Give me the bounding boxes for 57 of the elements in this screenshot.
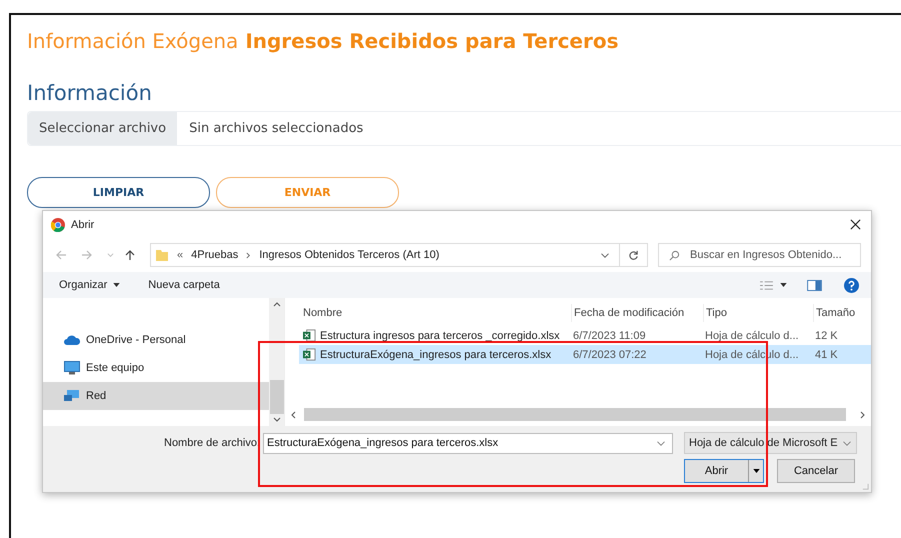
spreadsheet-icon	[303, 329, 316, 342]
nav-item[interactable]: OneDrive - Personal	[43, 326, 269, 354]
scroll-up-icon[interactable]	[272, 302, 280, 307]
caret-icon	[113, 283, 120, 287]
refresh-button[interactable]	[620, 243, 648, 267]
nav-item[interactable]: Red	[43, 382, 269, 410]
monitor-icon	[64, 361, 80, 375]
file-row[interactable]: Estructura ingresos para terceros _corregido.xlsx 6/7/2023 11:09 Hoja de cálculo d... 12 K	[299, 326, 871, 345]
view-list-icon[interactable]	[759, 280, 774, 290]
dialog-title: Abrir	[71, 218, 94, 230]
caret-icon	[752, 469, 760, 473]
search-box[interactable]: Buscar en Ingresos Obtenido...	[658, 243, 861, 267]
help-icon[interactable]	[844, 278, 859, 292]
clear-button[interactable]: LIMPIAR	[27, 177, 210, 208]
preview-pane-icon[interactable]	[807, 280, 822, 290]
breadcrumb-overflow[interactable]: «	[177, 249, 184, 261]
scroll-down-icon[interactable]	[272, 417, 280, 422]
spreadsheet-icon	[303, 348, 316, 361]
file-type-dropdown[interactable]: Hoja de cálculo de Microsoft E	[684, 432, 857, 454]
column-header[interactable]: Nombre	[301, 304, 571, 322]
resize-grip-icon[interactable]	[862, 483, 869, 490]
browser-logo-icon	[51, 218, 65, 232]
breadcrumb-item[interactable]: 4Pruebas	[191, 249, 238, 261]
page-title: Información Exógena	[27, 29, 238, 53]
organize-menu[interactable]: Organizar	[59, 279, 108, 291]
new-folder-button[interactable]: Nueva carpeta	[148, 279, 220, 291]
up-arrow-icon[interactable]	[124, 249, 136, 261]
caret-icon[interactable]	[780, 283, 787, 287]
column-header[interactable]: Tamaño	[813, 304, 853, 322]
scroll-right-icon[interactable]	[860, 410, 865, 418]
filename-combobox[interactable]: EstructuraExógena_ingresos para terceros.xlsx	[263, 432, 673, 454]
address-bar[interactable]: « 4Pruebas Ingresos Obtenidos Terceros (Art 10)	[150, 243, 620, 267]
search-icon	[669, 250, 680, 260]
page-subtitle: Ingresos Recibidos para Terceros	[245, 29, 618, 53]
scroll-left-icon[interactable]	[291, 410, 296, 418]
breadcrumb-item[interactable]: Ingresos Obtenidos Terceros (Art 10)	[259, 249, 440, 261]
section-title: Información	[27, 81, 153, 105]
vertical-scrollbar[interactable]	[269, 298, 284, 426]
column-header[interactable]: Tipo	[703, 304, 813, 322]
close-icon[interactable]	[850, 219, 861, 230]
chevron-down-icon[interactable]	[600, 252, 610, 258]
filename-field[interactable]: EstructuraExógena_ingresos para terceros.xlsx	[267, 437, 656, 449]
chevron-down-icon	[842, 440, 852, 446]
open-button[interactable]: Abrir	[685, 460, 749, 482]
cloud-icon	[64, 335, 80, 345]
refresh-icon	[628, 250, 639, 260]
column-header[interactable]: Fecha de modificación	[571, 304, 703, 322]
cancel-button[interactable]: Cancelar	[777, 459, 855, 483]
scroll-thumb[interactable]	[270, 380, 284, 414]
nav-item[interactable]: Este equipo	[43, 354, 269, 382]
file-input[interactable]: Seleccionar archivo Sin archivos seleccionados	[27, 111, 901, 146]
chevron-right-icon	[246, 252, 252, 258]
open-options-button[interactable]	[749, 460, 763, 482]
network-icon	[64, 390, 80, 402]
chevron-down-icon[interactable]	[656, 440, 666, 446]
folder-icon	[155, 248, 169, 262]
filename-label: Nombre de archivo:	[164, 437, 260, 449]
